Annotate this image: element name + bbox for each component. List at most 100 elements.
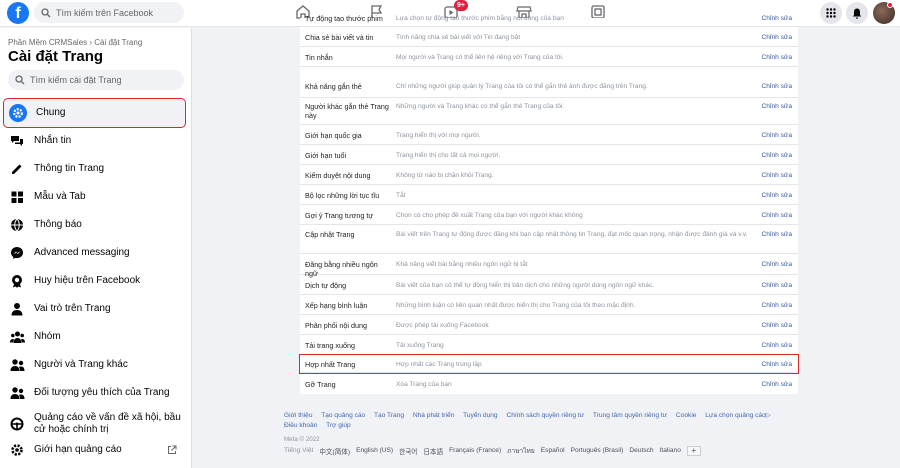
- language-option[interactable]: Español: [541, 447, 565, 454]
- footer-link[interactable]: Trung tâm quyền riêng tư: [593, 412, 667, 419]
- settings-row-auto-translate[interactable]: Dịch tự động Bài viết của bạn có thể tự …: [300, 275, 798, 295]
- edit-link[interactable]: Chỉnh sửa: [762, 230, 792, 239]
- edit-link[interactable]: Chỉnh sửa: [762, 53, 792, 62]
- settings-row-similar-page-suggestions[interactable]: Gợi ý Trang tương tự Chọn có cho phép đề…: [300, 205, 798, 225]
- group-icon: [9, 329, 25, 345]
- edit-link[interactable]: Chỉnh sửa: [762, 380, 792, 389]
- edit-link[interactable]: Chỉnh sửa: [762, 151, 792, 160]
- settings-row-auto-reels[interactable]: Tự động tạo thước phim Lựa chọn tự động …: [300, 10, 798, 27]
- sidebar-item-ad-limits[interactable]: Giới hạn quảng cáo: [4, 436, 185, 464]
- language-option[interactable]: English (US): [356, 447, 393, 454]
- setting-value: Tính năng chia sẻ bài viết với Tin đang …: [396, 34, 521, 41]
- edit-link[interactable]: Chỉnh sửa: [762, 321, 792, 330]
- page-footer: Giới thiệu Tạo quảng cáo Tạo Trang Nhà p…: [284, 410, 804, 456]
- language-option[interactable]: Italiano: [660, 447, 681, 454]
- edit-link[interactable]: Chỉnh sửa: [762, 131, 792, 140]
- sidebar-item-advanced-messaging[interactable]: Advanced messaging: [4, 239, 185, 267]
- sidebar-item-page-roles[interactable]: Vai trò trên Trang: [4, 295, 185, 323]
- more-languages-button[interactable]: +: [686, 445, 701, 456]
- sidebar-item-label: Advanced messaging: [34, 247, 130, 258]
- edit-link[interactable]: Chỉnh sửa: [762, 260, 792, 269]
- sidebar-item-people-other-pages[interactable]: Người và Trang khác: [4, 351, 185, 379]
- sidebar-item-templates-tabs[interactable]: Mẫu và Tab: [4, 183, 185, 211]
- language-list: Tiếng Việt 中文(简体) English (US) 한국어 日本語 F…: [284, 445, 804, 456]
- sidebar-item-preferred-audience[interactable]: Đối tượng yêu thích của Trang: [4, 379, 185, 407]
- sidebar-item-messaging[interactable]: Nhắn tin: [4, 127, 185, 155]
- edit-link[interactable]: Chỉnh sửa: [762, 82, 792, 91]
- settings-row-comment-ranking[interactable]: Xếp hạng bình luận Những bình luận có li…: [300, 295, 798, 315]
- footer-link[interactable]: Cookie: [676, 412, 697, 419]
- footer-links-secondary: Điều khoản Trợ giúp: [284, 421, 804, 430]
- settings-search-placeholder: Tìm kiếm cài đặt Trang: [30, 75, 122, 85]
- language-option[interactable]: 中文(简体): [319, 446, 350, 456]
- settings-row-remove-page[interactable]: Gỡ Trang Xóa Trang của bạn Chỉnh sửa: [300, 375, 798, 394]
- external-link-icon[interactable]: [167, 445, 177, 455]
- page-title: Cài đặt Trang: [8, 48, 104, 65]
- settings-row-tagging-ability[interactable]: Khả năng gắn thẻ Chỉ những người giúp qu…: [300, 67, 798, 98]
- language-option[interactable]: 日本語: [423, 446, 443, 456]
- settings-row-page-updates[interactable]: Cập nhật Trang Bài viết trên Trang tự độ…: [300, 225, 798, 254]
- edit-link[interactable]: Chỉnh sửa: [762, 360, 792, 369]
- settings-row-messages[interactable]: Tin nhắn Mọi người và Trang có thể liên …: [300, 47, 798, 67]
- sidebar-item-label: Người và Trang khác: [34, 359, 128, 370]
- footer-link[interactable]: Giới thiệu: [284, 412, 313, 419]
- edit-link[interactable]: Chỉnh sửa: [762, 191, 792, 200]
- language-option[interactable]: Português (Brasil): [571, 447, 624, 454]
- footer-links: Giới thiệu Tạo quảng cáo Tạo Trang Nhà p…: [284, 410, 804, 421]
- sidebar-item-notifications[interactable]: Thông báo: [4, 211, 185, 239]
- setting-value: Xóa Trang của bạn: [396, 381, 452, 388]
- footer-link[interactable]: Tuyển dụng: [463, 412, 498, 419]
- person-icon: [9, 301, 25, 317]
- menu-grid-button[interactable]: [820, 2, 842, 24]
- footer-link[interactable]: Chính sách quyền riêng tư: [506, 412, 584, 419]
- bell-icon: [852, 8, 862, 19]
- footer-link[interactable]: Nhà phát triển: [413, 412, 454, 419]
- setting-value: Những bình luận có liên quan nhất được h…: [396, 302, 636, 309]
- settings-row-others-tagging[interactable]: Người khác gắn thẻ Trang này Những người…: [300, 98, 798, 125]
- settings-row-country-restrictions[interactable]: Giới hạn quốc gia Trang hiển thị với mọi…: [300, 125, 798, 145]
- sidebar-item-label: Nhắn tin: [34, 135, 72, 146]
- edit-link[interactable]: Chỉnh sửa: [762, 341, 792, 350]
- edit-link[interactable]: Chỉnh sửa: [762, 171, 792, 180]
- language-option[interactable]: ภาษาไทย: [507, 445, 535, 456]
- edit-link[interactable]: Chỉnh sửa: [762, 102, 792, 111]
- footer-link[interactable]: Điều khoản: [284, 422, 317, 429]
- settings-search-input[interactable]: Tìm kiếm cài đặt Trang: [8, 70, 184, 90]
- edit-link[interactable]: Chỉnh sửa: [762, 281, 792, 290]
- menu-grid-icon: [826, 8, 836, 18]
- language-option[interactable]: Deutsch: [629, 447, 653, 454]
- edit-link[interactable]: Chỉnh sửa: [762, 211, 792, 220]
- sidebar-item-groups[interactable]: Nhóm: [4, 323, 185, 351]
- settings-row-share-posts-stories[interactable]: Chia sẻ bài viết và tin Tính năng chia s…: [300, 27, 798, 47]
- setting-name: Chia sẻ bài viết và tin: [305, 33, 374, 42]
- sidebar-item-page-info[interactable]: Thông tin Trang: [4, 155, 185, 183]
- footer-link[interactable]: Lựa chọn quảng cáo▷: [705, 412, 771, 419]
- language-option[interactable]: 한국어: [399, 446, 417, 456]
- edit-link[interactable]: Chỉnh sửa: [762, 14, 792, 23]
- settings-row-merge-pages[interactable]: Hợp nhất Trang Hợp nhất các Trang trùng …: [299, 354, 799, 374]
- footer-link[interactable]: Trợ giúp: [326, 422, 351, 429]
- language-option[interactable]: Français (France): [449, 447, 501, 454]
- chat-icon: [9, 133, 25, 149]
- settings-row-content-moderation[interactable]: Kiểm duyệt nội dung Không từ nào bị chặn…: [300, 165, 798, 185]
- settings-row-profanity-filter[interactable]: Bộ lọc những lời tục tĩu Tắt Chỉnh sửa: [300, 185, 798, 205]
- facebook-logo[interactable]: f: [7, 2, 29, 24]
- breadcrumb[interactable]: Phần Mềm CRMSales › Cài đặt Trang: [8, 38, 142, 47]
- notifications-button[interactable]: [846, 2, 868, 24]
- facebook-search-box[interactable]: Tìm kiếm trên Facebook: [34, 2, 184, 23]
- settings-row-age-restrictions[interactable]: Giới hạn tuổi Trang hiển thị cho tất cả …: [300, 145, 798, 165]
- people-icon: [9, 357, 25, 373]
- edit-link[interactable]: Chỉnh sửa: [762, 301, 792, 310]
- footer-link[interactable]: Tạo quảng cáo: [321, 412, 365, 419]
- edit-link[interactable]: Chỉnh sửa: [762, 33, 792, 42]
- globe-icon: [9, 217, 25, 233]
- sidebar-item-facebook-badges[interactable]: Huy hiệu trên Facebook: [4, 267, 185, 295]
- settings-row-multilingual-posts[interactable]: Đăng bằng nhiều ngôn ngữ Khả năng viết b…: [300, 254, 798, 278]
- sidebar-item-general[interactable]: Chung: [3, 98, 186, 128]
- sidebar-item-label: Mẫu và Tab: [34, 191, 86, 202]
- footer-link[interactable]: Tạo Trang: [374, 412, 404, 419]
- setting-value: Bài viết trên Trang tự động được đăng kh…: [396, 231, 748, 238]
- settings-row-download-page[interactable]: Tải trang xuống Tải xuống Trang Chỉnh sử…: [300, 335, 798, 355]
- general-settings-table: Tự động tạo thước phim Lựa chọn tự động …: [299, 14, 799, 394]
- settings-row-content-distribution[interactable]: Phân phối nội dung Được phép tải xuống F…: [300, 315, 798, 335]
